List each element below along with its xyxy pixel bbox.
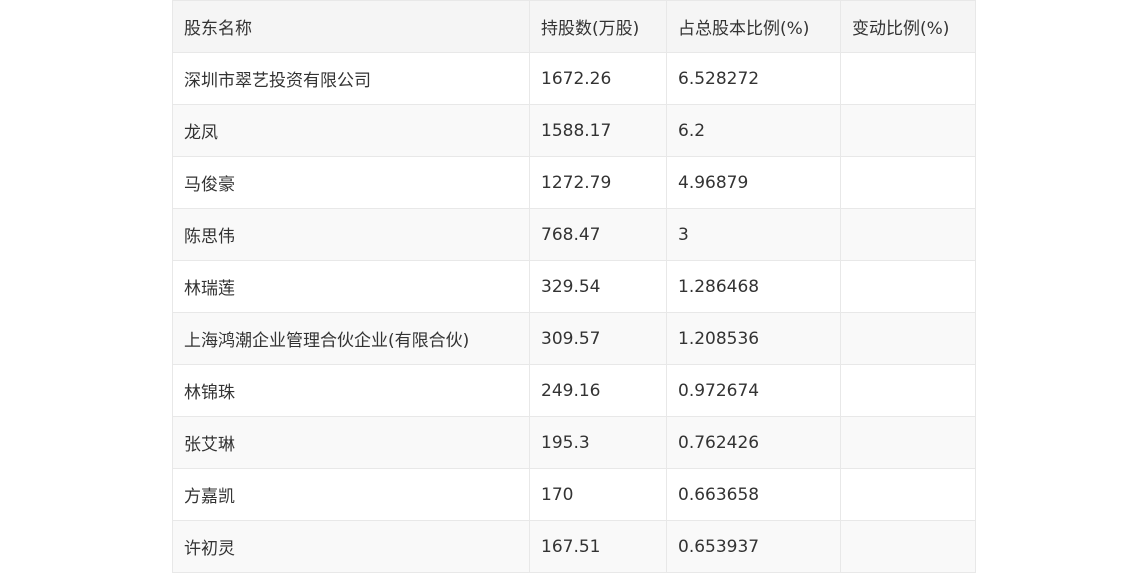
cell-shareholder-name: 林瑞莲 — [172, 260, 530, 313]
cell-change-ratio — [840, 208, 976, 261]
table-row: 林锦珠 249.16 0.972674 — [172, 364, 976, 417]
table-row: 林瑞莲 329.54 1.286468 — [172, 260, 976, 313]
cell-shares-held: 309.57 — [529, 312, 667, 365]
cell-shareholder-name: 林锦珠 — [172, 364, 530, 417]
cell-shareholder-name: 陈思伟 — [172, 208, 530, 261]
cell-share-ratio: 4.96879 — [666, 156, 841, 209]
cell-share-ratio: 1.286468 — [666, 260, 841, 313]
cell-shares-held: 768.47 — [529, 208, 667, 261]
cell-share-ratio: 0.762426 — [666, 416, 841, 469]
cell-change-ratio — [840, 520, 976, 573]
table-row: 深圳市翠艺投资有限公司 1672.26 6.528272 — [172, 52, 976, 105]
cell-shares-held: 249.16 — [529, 364, 667, 417]
cell-shareholder-name: 方嘉凯 — [172, 468, 530, 521]
cell-share-ratio: 0.972674 — [666, 364, 841, 417]
cell-shares-held: 329.54 — [529, 260, 667, 313]
cell-shareholder-name: 许初灵 — [172, 520, 530, 573]
cell-change-ratio — [840, 260, 976, 313]
cell-share-ratio: 6.528272 — [666, 52, 841, 105]
cell-share-ratio: 0.653937 — [666, 520, 841, 573]
cell-shares-held: 170 — [529, 468, 667, 521]
table-row: 许初灵 167.51 0.653937 — [172, 520, 976, 573]
cell-shares-held: 1672.26 — [529, 52, 667, 105]
cell-change-ratio — [840, 104, 976, 157]
cell-change-ratio — [840, 312, 976, 365]
cell-share-ratio: 6.2 — [666, 104, 841, 157]
table-header-row: 股东名称 持股数(万股) 占总股本比例(%) 变动比例(%) — [172, 0, 976, 53]
cell-change-ratio — [840, 156, 976, 209]
cell-change-ratio — [840, 52, 976, 105]
cell-share-ratio: 1.208536 — [666, 312, 841, 365]
table-row: 上海鸿潮企业管理合伙企业(有限合伙) 309.57 1.208536 — [172, 312, 976, 365]
header-change-ratio: 变动比例(%) — [840, 0, 976, 53]
shareholder-table-container: 股东名称 持股数(万股) 占总股本比例(%) 变动比例(%) 深圳市翠艺投资有限… — [172, 0, 976, 573]
table-row: 方嘉凯 170 0.663658 — [172, 468, 976, 521]
cell-shares-held: 1272.79 — [529, 156, 667, 209]
table-row: 张艾琳 195.3 0.762426 — [172, 416, 976, 469]
cell-shares-held: 1588.17 — [529, 104, 667, 157]
header-share-ratio: 占总股本比例(%) — [666, 0, 841, 53]
cell-change-ratio — [840, 364, 976, 417]
cell-shareholder-name: 张艾琳 — [172, 416, 530, 469]
cell-shareholder-name: 马俊豪 — [172, 156, 530, 209]
table-row: 马俊豪 1272.79 4.96879 — [172, 156, 976, 209]
header-shareholder-name: 股东名称 — [172, 0, 530, 53]
table-row: 陈思伟 768.47 3 — [172, 208, 976, 261]
cell-shareholder-name: 上海鸿潮企业管理合伙企业(有限合伙) — [172, 312, 530, 365]
header-shares-held: 持股数(万股) — [529, 0, 667, 53]
cell-share-ratio: 3 — [666, 208, 841, 261]
cell-shareholder-name: 深圳市翠艺投资有限公司 — [172, 52, 530, 105]
shareholder-table: 股东名称 持股数(万股) 占总股本比例(%) 变动比例(%) 深圳市翠艺投资有限… — [172, 0, 976, 573]
cell-change-ratio — [840, 468, 976, 521]
cell-change-ratio — [840, 416, 976, 469]
cell-share-ratio: 0.663658 — [666, 468, 841, 521]
cell-shareholder-name: 龙凤 — [172, 104, 530, 157]
table-row: 龙凤 1588.17 6.2 — [172, 104, 976, 157]
cell-shares-held: 167.51 — [529, 520, 667, 573]
cell-shares-held: 195.3 — [529, 416, 667, 469]
